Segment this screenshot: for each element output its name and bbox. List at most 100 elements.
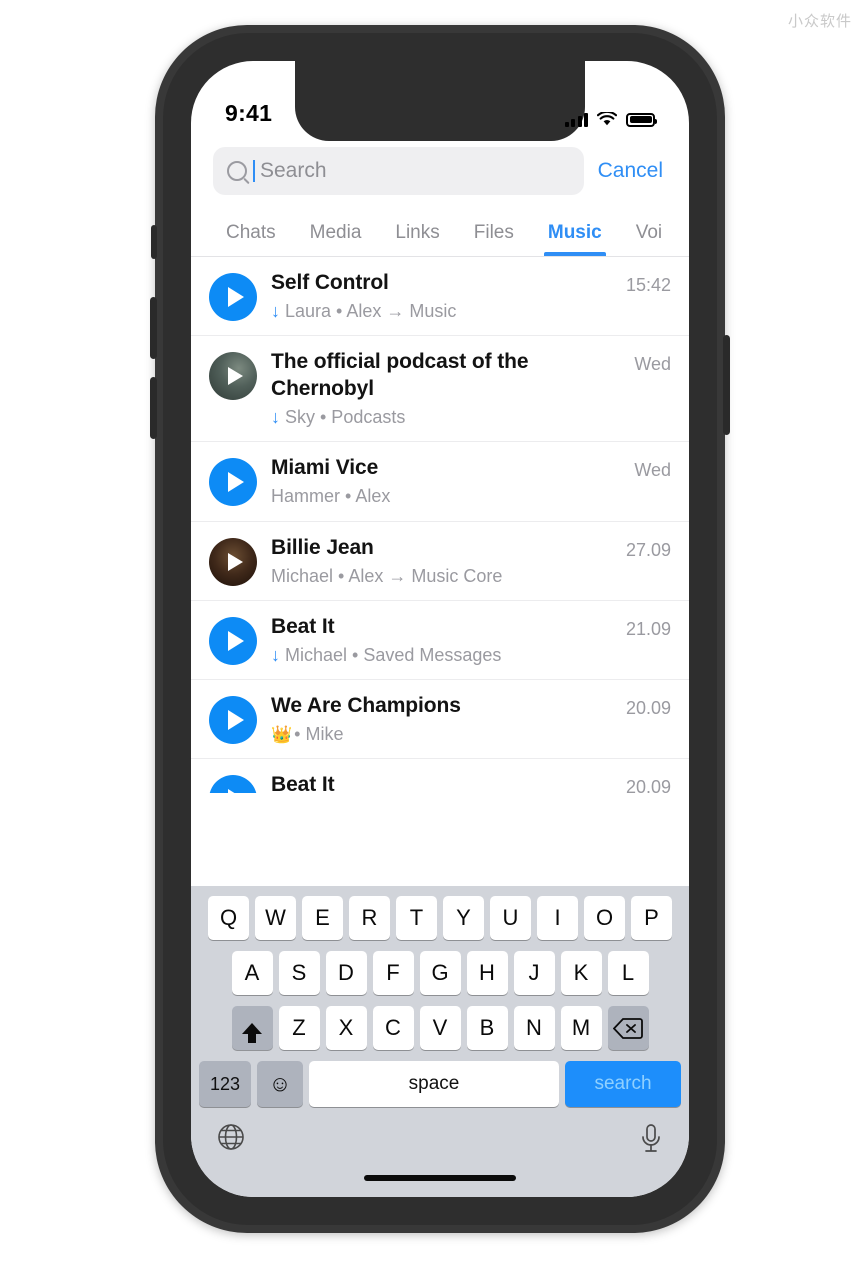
- key-s[interactable]: S: [278, 951, 320, 995]
- download-arrow-icon: ↓: [271, 300, 280, 321]
- key-u[interactable]: U: [490, 896, 531, 940]
- key-r[interactable]: R: [349, 896, 390, 940]
- search-input[interactable]: Search: [213, 147, 584, 195]
- play-icon[interactable]: [209, 458, 257, 507]
- download-arrow-icon: ↓: [271, 407, 280, 428]
- play-icon[interactable]: [209, 775, 257, 793]
- table-row[interactable]: Self Control ↓ Laura • Alex → Music 15:4…: [191, 257, 689, 337]
- play-icon[interactable]: [209, 696, 257, 745]
- key-f[interactable]: F: [372, 951, 414, 995]
- status-icons: [564, 112, 657, 127]
- table-row[interactable]: Billie Jean Michael • Alex → Music Core …: [191, 522, 689, 601]
- phone-frame: 9:41 Search Cancel Chats Media Links Fil…: [150, 25, 730, 1233]
- crown-icon: 👑: [271, 724, 293, 744]
- numbers-key[interactable]: 123: [199, 1061, 251, 1107]
- power-button[interactable]: [723, 335, 730, 435]
- tab-links[interactable]: Links: [378, 222, 456, 256]
- key-b[interactable]: B: [466, 1006, 508, 1050]
- key-k[interactable]: K: [560, 951, 602, 995]
- avatar[interactable]: [209, 352, 257, 401]
- home-indicator[interactable]: [364, 1175, 516, 1181]
- text-cursor: [253, 160, 255, 182]
- key-z[interactable]: Z: [278, 1006, 320, 1050]
- silent-switch[interactable]: [151, 225, 157, 259]
- key-t[interactable]: T: [396, 896, 437, 940]
- track-timestamp: Wed: [634, 354, 671, 375]
- row-body: Beat It ↓ Michael • Saved Messages: [271, 614, 604, 667]
- avatar[interactable]: [209, 537, 257, 586]
- search-bar: Search Cancel: [191, 133, 689, 205]
- key-d[interactable]: D: [325, 951, 367, 995]
- track-subtitle: Hammer • Alex: [271, 485, 612, 508]
- track-timestamp: 21.09: [625, 618, 671, 639]
- track-title: Self Control: [271, 271, 389, 294]
- key-c[interactable]: C: [372, 1006, 414, 1050]
- emoji-icon: ☺: [268, 1071, 292, 1096]
- track-subtitle: 👑 • Mike: [271, 723, 604, 746]
- phone-screen: 9:41 Search Cancel Chats Media Links Fil…: [191, 61, 689, 1197]
- track-title: Beat It: [271, 773, 335, 793]
- key-m[interactable]: M: [560, 1006, 602, 1050]
- row-body: Billie Jean Michael • Alex → Music Core: [271, 535, 604, 588]
- tab-voice[interactable]: Voi: [619, 222, 679, 256]
- key-a[interactable]: A: [231, 951, 273, 995]
- key-g[interactable]: G: [419, 951, 461, 995]
- tab-media[interactable]: Media: [293, 222, 379, 256]
- keyboard-bottom-bar: [191, 1115, 689, 1197]
- keyboard-row-1: Q W E R T Y U I O P: [191, 896, 689, 940]
- key-o[interactable]: O: [584, 896, 625, 940]
- volume-up-button[interactable]: [150, 297, 157, 359]
- shift-key[interactable]: [231, 1006, 273, 1050]
- table-row[interactable]: Beat It 20.09: [191, 759, 689, 793]
- subtitle-text: Sky • Podcasts: [285, 407, 406, 428]
- wifi-icon: [597, 112, 617, 126]
- track-timestamp: 20.09: [625, 698, 671, 719]
- backspace-icon: [613, 1018, 643, 1039]
- key-h[interactable]: H: [466, 951, 508, 995]
- status-bar: 9:41: [191, 61, 689, 133]
- key-x[interactable]: X: [325, 1006, 367, 1050]
- subtitle-text: Michael • Alex → Music Core: [271, 565, 503, 586]
- row-body: The official podcast of the Chernobyl ↓ …: [271, 349, 612, 429]
- globe-icon[interactable]: [217, 1123, 245, 1151]
- track-title: Billie Jean: [271, 535, 374, 559]
- key-i[interactable]: I: [537, 896, 578, 940]
- track-subtitle: ↓ Laura • Alex → Music: [271, 300, 604, 323]
- track-timestamp: 20.09: [625, 777, 671, 793]
- track-timestamp: Wed: [634, 460, 671, 481]
- search-results-list[interactable]: Self Control ↓ Laura • Alex → Music 15:4…: [191, 257, 689, 793]
- play-icon[interactable]: [209, 616, 257, 665]
- search-key[interactable]: search: [565, 1061, 681, 1107]
- cancel-button[interactable]: Cancel: [598, 159, 667, 183]
- key-p[interactable]: P: [631, 896, 672, 940]
- key-y[interactable]: Y: [443, 896, 484, 940]
- search-icon: [227, 161, 247, 181]
- volume-down-button[interactable]: [150, 377, 157, 439]
- on-screen-keyboard: Q W E R T Y U I O P A S D F G H J K L Z …: [191, 886, 689, 1197]
- key-n[interactable]: N: [513, 1006, 555, 1050]
- key-w[interactable]: W: [255, 896, 296, 940]
- table-row[interactable]: The official podcast of the Chernobyl ↓ …: [191, 336, 689, 443]
- key-e[interactable]: E: [302, 896, 343, 940]
- backspace-key[interactable]: [607, 1006, 649, 1050]
- key-j[interactable]: J: [513, 951, 555, 995]
- track-title: We Are Champions: [271, 694, 461, 718]
- search-placeholder: Search: [260, 159, 327, 182]
- microphone-icon[interactable]: [639, 1123, 663, 1155]
- space-key[interactable]: space: [309, 1061, 559, 1107]
- table-row[interactable]: Beat It ↓ Michael • Saved Messages 21.09: [191, 601, 689, 681]
- table-row[interactable]: We Are Champions 👑 • Mike 20.09: [191, 680, 689, 760]
- tab-music[interactable]: Music: [531, 222, 619, 256]
- tab-bar: Chats Media Links Files Music Voi: [191, 205, 689, 257]
- tab-files[interactable]: Files: [457, 222, 531, 256]
- tab-chats[interactable]: Chats: [209, 222, 293, 256]
- key-q[interactable]: Q: [208, 896, 249, 940]
- subtitle-text: Hammer • Alex: [271, 486, 391, 507]
- play-icon[interactable]: [209, 273, 257, 321]
- emoji-key[interactable]: ☺: [257, 1061, 303, 1107]
- key-l[interactable]: L: [607, 951, 649, 995]
- status-time: 9:41: [225, 100, 273, 126]
- key-v[interactable]: V: [419, 1006, 461, 1050]
- table-row[interactable]: Miami Vice Hammer • Alex Wed: [191, 442, 689, 522]
- track-subtitle: ↓ Michael • Saved Messages: [271, 644, 604, 667]
